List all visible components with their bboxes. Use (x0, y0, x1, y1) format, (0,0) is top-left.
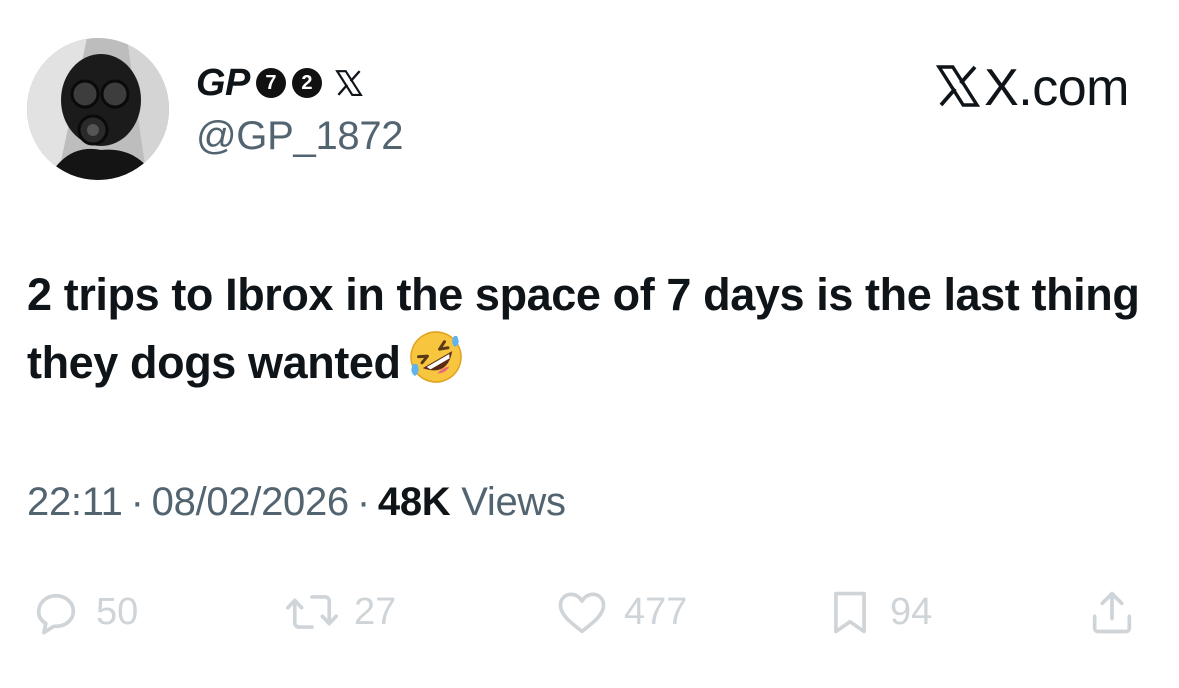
brand-watermark: X.com (934, 58, 1129, 118)
brand-label: X.com (984, 59, 1129, 117)
tweet-card: GP 7 2 @GP_1872 X.com 2 trips to Ibrox i… (0, 0, 1179, 688)
action-bar: 50 27 477 94 (30, 586, 1150, 640)
retweet-icon (284, 586, 340, 638)
x-logo-icon (334, 68, 364, 98)
meta-separator: · (356, 480, 370, 524)
tweet-text: 2 trips to Ibrox in the space of 7 days … (27, 262, 1147, 404)
x-logo-icon (934, 62, 982, 115)
heart-icon (554, 586, 610, 638)
views-label: Views (461, 480, 566, 524)
author-name-row[interactable]: GP 7 2 (196, 58, 364, 108)
share-icon (1086, 586, 1138, 638)
rolling-on-floor-laughing-icon (407, 328, 465, 404)
retweet-button[interactable]: 27 (284, 586, 396, 638)
gas-mask-avatar-image (27, 38, 169, 180)
share-button[interactable] (1086, 586, 1138, 638)
bookmark-count: 94 (890, 590, 933, 633)
bookmark-icon (824, 586, 876, 638)
tweet-date[interactable]: 08/02/2026 (152, 480, 350, 524)
author-display-name[interactable]: GP (196, 62, 250, 105)
like-button[interactable]: 477 (554, 586, 687, 638)
reply-icon (30, 586, 82, 638)
tweet-body: 2 trips to Ibrox in the space of 7 days … (27, 269, 1140, 388)
tweet-meta: 22:11 · 08/02/2026 · 48K Views (27, 480, 566, 525)
author-handle[interactable]: @GP_1872 (196, 114, 404, 159)
views-count: 48K (377, 480, 451, 524)
meta-separator: · (130, 480, 144, 524)
reply-button[interactable]: 50 (30, 586, 138, 638)
avatar[interactable] (27, 38, 169, 180)
reply-count: 50 (96, 590, 139, 633)
number-badge-2: 2 (291, 68, 322, 98)
number-badge-7: 7 (255, 68, 286, 98)
tweet-time[interactable]: 22:11 (27, 480, 123, 524)
bookmark-button[interactable]: 94 (824, 586, 932, 638)
retweet-count: 27 (354, 590, 397, 633)
like-count: 477 (624, 590, 688, 633)
